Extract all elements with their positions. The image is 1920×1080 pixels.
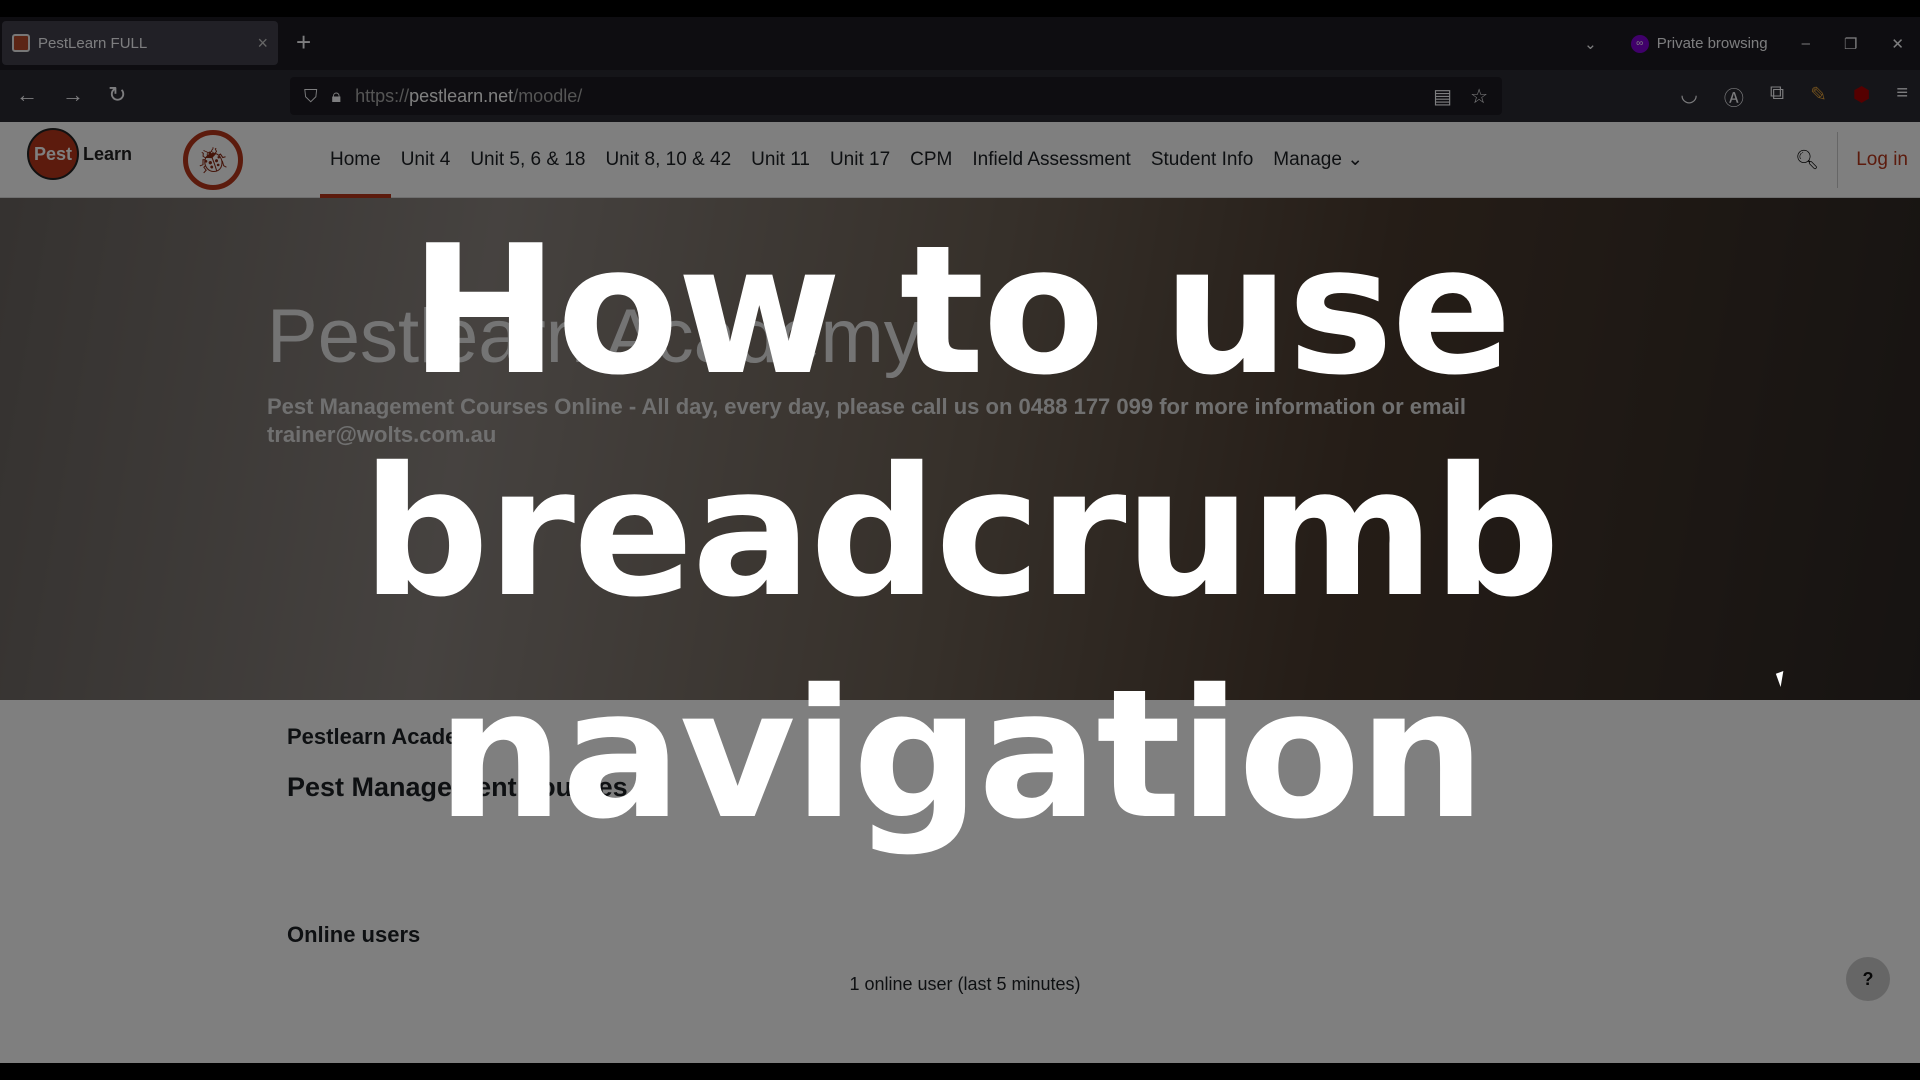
letterbox-bottom: [0, 1063, 1920, 1080]
overlay-line: navigation: [436, 651, 1486, 858]
overlay-line: breadcrumb: [361, 429, 1560, 636]
overlay-line: How to use: [409, 207, 1512, 414]
title-overlay: How to use breadcrumb navigation: [0, 200, 1920, 866]
